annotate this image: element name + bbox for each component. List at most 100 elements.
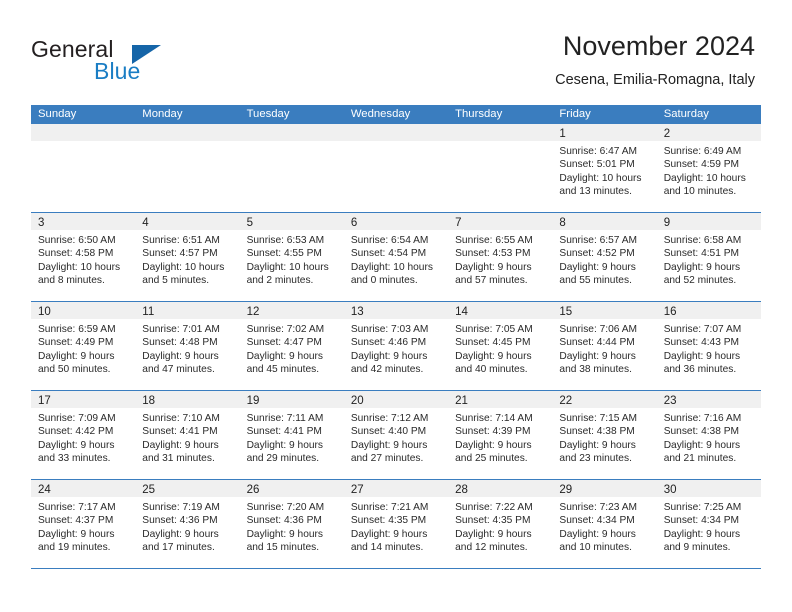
- day-cell[interactable]: 9 Sunrise: 6:58 AM Sunset: 4:51 PM Daylight…: [656, 213, 761, 301]
- day-number-band: 10: [31, 302, 136, 319]
- day-cell[interactable]: 15 Sunrise: 7:06 AM Sunset: 4:44 PM Dayligh…: [552, 302, 657, 390]
- day-number-band: 8: [552, 213, 657, 230]
- sunrise-text: Sunrise: 7:10 AM: [142, 413, 220, 424]
- sunset-text: Sunset: 4:54 PM: [350, 248, 427, 260]
- day-cell[interactable]: 20 Sunrise: 7:12 AM Sunset: 4:40 PM Dayligh…: [343, 391, 449, 479]
- day-number-band: 26: [239, 480, 344, 497]
- page-title: November 2024: [562, 31, 755, 61]
- daylight-text-line1: Daylight: 9 hours: [142, 350, 219, 362]
- daylight-text-line2: and 8 minutes.: [38, 274, 105, 286]
- daylight-text-line2: and 38 minutes.: [559, 363, 632, 375]
- day-details: Sunrise: 7:10 AM Sunset: 4:41 PM Daylight:…: [135, 408, 239, 465]
- day-cell[interactable]: 26 Sunrise: 7:20 AM Sunset: 4:36 PM Dayligh…: [239, 480, 344, 568]
- day-details: Sunrise: 7:20 AM Sunset: 4:36 PM Daylight:…: [240, 497, 344, 554]
- day-cell[interactable]: 27 Sunrise: 7:21 AM Sunset: 4:35 PM Dayligh…: [343, 480, 449, 568]
- day-cell[interactable]: 11 Sunrise: 7:01 AM Sunset: 4:48 PM Dayligh…: [135, 302, 240, 390]
- day-cell[interactable]: 10 Sunrise: 6:59 AM Sunset: 4:49 PM Dayligh…: [31, 302, 136, 390]
- brand-name-blue: Blue: [94, 58, 141, 84]
- day-number: 26: [246, 484, 260, 496]
- day-cell[interactable]: 12 Sunrise: 7:02 AM Sunset: 4:47 PM Dayligh…: [239, 302, 344, 390]
- day-number-band: 5: [239, 213, 344, 230]
- weekday-header-friday: Friday: [559, 108, 591, 120]
- day-cell[interactable]: 1 Sunrise: 6:47 AM Sunset: 5:01 PM Daylight…: [552, 124, 657, 212]
- sunset-text: Sunset: 4:34 PM: [559, 515, 635, 527]
- day-cell[interactable]: 30 Sunrise: 7:25 AM Sunset: 4:34 PM Dayligh…: [656, 480, 761, 568]
- day-cell[interactable]: 17 Sunrise: 7:09 AM Sunset: 4:42 PM Dayligh…: [31, 391, 136, 479]
- sunset-text: Sunset: 4:38 PM: [663, 426, 740, 438]
- day-cell-empty: [343, 124, 449, 212]
- day-cell[interactable]: 4 Sunrise: 6:51 AM Sunset: 4:57 PM Daylight…: [135, 213, 240, 301]
- daylight-text-line2: and 33 minutes.: [38, 452, 111, 464]
- sunset-text: Sunset: 4:59 PM: [663, 159, 740, 171]
- day-cell[interactable]: 25 Sunrise: 7:19 AM Sunset: 4:36 PM Dayligh…: [135, 480, 240, 568]
- sunrise-text: Sunrise: 6:59 AM: [38, 324, 116, 335]
- day-cell[interactable]: 7 Sunrise: 6:55 AM Sunset: 4:53 PM Daylight…: [448, 213, 553, 301]
- day-cell[interactable]: 16 Sunrise: 7:07 AM Sunset: 4:43 PM Dayligh…: [656, 302, 761, 390]
- sunset-text: Sunset: 4:53 PM: [455, 248, 531, 260]
- page-header: General Blue November 2024 Cesena, Emili…: [0, 0, 792, 103]
- day-cell[interactable]: 28 Sunrise: 7:22 AM Sunset: 4:35 PM Dayligh…: [448, 480, 553, 568]
- sunrise-text: Sunrise: 6:57 AM: [559, 235, 637, 246]
- sunset-text: Sunset: 4:34 PM: [663, 515, 740, 527]
- day-cell[interactable]: 3 Sunrise: 6:50 AM Sunset: 4:58 PM Daylight…: [31, 213, 136, 301]
- day-number-band: 21: [448, 391, 553, 408]
- daylight-text-line2: and 23 minutes.: [559, 452, 632, 464]
- day-number: 24: [38, 484, 51, 496]
- daylight-text-line1: Daylight: 10 hours: [246, 261, 329, 273]
- daylight-text-line1: Daylight: 10 hours: [559, 172, 642, 184]
- day-cell[interactable]: 22 Sunrise: 7:15 AM Sunset: 4:38 PM Dayligh…: [552, 391, 657, 479]
- sunrise-text: Sunrise: 7:01 AM: [142, 324, 220, 335]
- sunrise-text: Sunrise: 7:16 AM: [663, 413, 742, 424]
- sunset-text: Sunset: 4:35 PM: [350, 515, 427, 527]
- sunset-text: Sunset: 5:01 PM: [559, 159, 635, 171]
- day-cell[interactable]: 5 Sunrise: 6:53 AM Sunset: 4:55 PM Daylight…: [239, 213, 344, 301]
- weeks-container: 1 Sunrise: 6:47 AM Sunset: 5:01 PM Daylight…: [31, 124, 761, 569]
- daylight-text-line2: and 19 minutes.: [38, 541, 111, 553]
- day-cell[interactable]: 18 Sunrise: 7:10 AM Sunset: 4:41 PM Dayligh…: [135, 391, 240, 479]
- day-cell[interactable]: 19 Sunrise: 7:11 AM Sunset: 4:41 PM Dayligh…: [239, 391, 344, 479]
- day-details: Sunrise: 7:11 AM Sunset: 4:41 PM Daylight:…: [240, 408, 344, 465]
- daylight-text-line1: Daylight: 9 hours: [350, 439, 428, 451]
- sunrise-text: Sunrise: 7:02 AM: [246, 324, 325, 335]
- sunrise-text: Sunrise: 6:47 AM: [559, 146, 637, 157]
- daylight-text-line1: Daylight: 9 hours: [559, 261, 636, 273]
- day-cell[interactable]: 13 Sunrise: 7:03 AM Sunset: 4:46 PM Dayligh…: [343, 302, 449, 390]
- daylight-text-line1: Daylight: 9 hours: [559, 528, 636, 540]
- weekday-header-tuesday: Tuesday: [246, 108, 290, 120]
- day-number: 27: [350, 484, 364, 496]
- day-number-band: 11: [135, 302, 240, 319]
- day-cell[interactable]: 29 Sunrise: 7:23 AM Sunset: 4:34 PM Dayligh…: [552, 480, 657, 568]
- daylight-text-line1: Daylight: 9 hours: [350, 528, 428, 540]
- day-cell[interactable]: 24 Sunrise: 7:17 AM Sunset: 4:37 PM Dayligh…: [31, 480, 136, 568]
- day-number: 16: [663, 306, 677, 318]
- week-row: 10 Sunrise: 6:59 AM Sunset: 4:49 PM Dayligh…: [31, 302, 761, 391]
- sunset-text: Sunset: 4:46 PM: [350, 337, 427, 349]
- day-number-band: 23: [656, 391, 761, 408]
- day-number: 10: [38, 306, 51, 318]
- sunrise-text: Sunrise: 6:54 AM: [350, 235, 429, 246]
- day-cell[interactable]: 6 Sunrise: 6:54 AM Sunset: 4:54 PM Daylight…: [343, 213, 449, 301]
- weekday-header-thursday: Thursday: [455, 108, 503, 120]
- daylight-text-line2: and 10 minutes.: [559, 541, 632, 553]
- daylight-text-line1: Daylight: 9 hours: [142, 439, 219, 451]
- sunset-text: Sunset: 4:58 PM: [38, 248, 114, 260]
- day-cell[interactable]: 14 Sunrise: 7:05 AM Sunset: 4:45 PM Dayligh…: [448, 302, 553, 390]
- sunset-text: Sunset: 4:51 PM: [663, 248, 740, 260]
- day-cell[interactable]: 21 Sunrise: 7:14 AM Sunset: 4:39 PM Dayligh…: [448, 391, 553, 479]
- day-details: Sunrise: 6:55 AM Sunset: 4:53 PM Daylight:…: [448, 230, 552, 287]
- sunset-text: Sunset: 4:47 PM: [246, 337, 322, 349]
- sunrise-text: Sunrise: 7:03 AM: [350, 324, 429, 335]
- daylight-text-line2: and 25 minutes.: [455, 452, 528, 464]
- day-details: Sunrise: 6:51 AM Sunset: 4:57 PM Daylight:…: [135, 230, 239, 287]
- daylight-text-line1: Daylight: 9 hours: [246, 350, 324, 362]
- sunset-text: Sunset: 4:36 PM: [246, 515, 322, 527]
- day-number: 15: [559, 306, 573, 318]
- day-cell[interactable]: 23 Sunrise: 7:16 AM Sunset: 4:38 PM Dayligh…: [656, 391, 761, 479]
- day-cell[interactable]: 2 Sunrise: 6:49 AM Sunset: 4:59 PM Daylight…: [656, 124, 761, 212]
- day-details: Sunrise: 6:49 AM Sunset: 4:59 PM Daylight:…: [657, 141, 761, 198]
- daylight-text-line2: and 40 minutes.: [455, 363, 528, 375]
- daylight-text-line1: Daylight: 9 hours: [663, 439, 741, 451]
- brand-logo[interactable]: General Blue: [31, 36, 231, 88]
- day-cell[interactable]: 8 Sunrise: 6:57 AM Sunset: 4:52 PM Daylight…: [552, 213, 657, 301]
- sunrise-text: Sunrise: 7:17 AM: [38, 502, 116, 513]
